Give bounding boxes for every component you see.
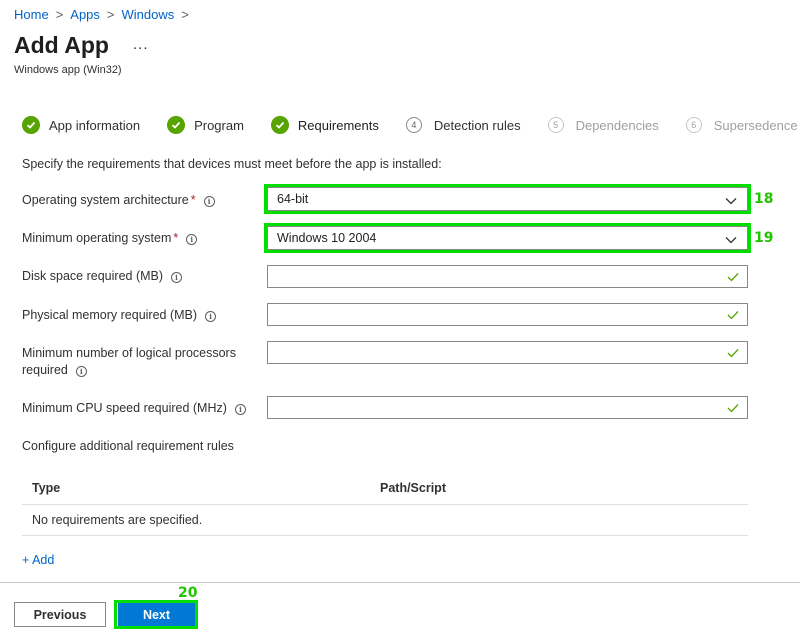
min-os-label: Minimum operating system * i — [22, 230, 198, 247]
tab-requirements[interactable]: Requirements — [270, 113, 379, 137]
required-marker: * — [173, 231, 179, 245]
tab-detection-rules[interactable]: 4 Detection rules — [405, 113, 521, 137]
annotation-number-label: 18 — [754, 191, 774, 207]
step-number-icon: 6 — [685, 117, 702, 133]
page-title: Add App — [14, 32, 109, 58]
required-marker: * — [190, 193, 196, 207]
cpu-speed-label: Minimum CPU speed required (MHz) i — [22, 400, 246, 417]
breadcrumb-apps[interactable]: Apps — [70, 7, 100, 22]
annotation-number-label: 19 — [754, 230, 774, 246]
field-label-text: required — [22, 363, 68, 377]
field-label-text: Disk space required (MB) — [22, 269, 164, 283]
column-header-path-script[interactable]: Path/Script — [370, 481, 446, 495]
breadcrumb-windows[interactable]: Windows — [122, 7, 175, 22]
os-architecture-label: Operating system architecture * i — [22, 192, 215, 209]
breadcrumb: Home > Apps > Windows > — [14, 7, 196, 22]
annotation-number-label: 20 — [178, 585, 198, 601]
page-subtitle: Windows app (Win32) — [14, 64, 122, 76]
tab-label: Detection rules — [433, 117, 521, 133]
info-icon[interactable]: i — [186, 234, 198, 245]
disk-space-input[interactable] — [267, 265, 748, 288]
tab-label: Dependencies — [575, 117, 659, 133]
physical-memory-label: Physical memory required (MB) i — [22, 307, 217, 324]
tab-program[interactable]: Program — [167, 113, 244, 137]
info-icon[interactable]: i — [203, 196, 215, 207]
tab-label: Program — [194, 117, 244, 133]
field-label-text: Physical memory required (MB) — [22, 308, 198, 322]
cpu-speed-input[interactable] — [267, 396, 748, 419]
field-label-text: Minimum CPU speed required (MHz) — [22, 401, 227, 415]
info-icon[interactable]: i — [171, 272, 183, 283]
tab-app-information[interactable]: App information — [22, 113, 140, 137]
disk-space-label: Disk space required (MB) i — [22, 268, 183, 285]
breadcrumb-home[interactable]: Home — [14, 7, 49, 22]
checkmark-icon — [727, 271, 739, 285]
tab-dependencies[interactable]: 5 Dependencies — [547, 113, 659, 137]
field-label-text: Minimum number of logical processors — [22, 346, 236, 360]
wizard-steps: App information Program Requirements 4 D… — [22, 113, 800, 137]
info-icon[interactable]: i — [75, 366, 87, 377]
annotation-highlight-box — [264, 184, 751, 214]
step-number-icon: 4 — [405, 117, 422, 133]
checkmark-circle-icon — [167, 116, 186, 134]
tab-label: Requirements — [297, 117, 379, 133]
tab-supersedence[interactable]: 6 Supersedence — [685, 113, 798, 137]
info-icon[interactable]: i — [205, 311, 217, 322]
more-options-button[interactable]: ... — [133, 36, 149, 53]
add-requirement-link[interactable]: + Add — [22, 553, 54, 567]
info-icon[interactable]: i — [234, 404, 246, 415]
table-row: No requirements are specified. — [22, 505, 748, 536]
breadcrumb-separator-icon: > — [106, 7, 115, 22]
checkmark-icon — [727, 309, 739, 323]
requirement-rules-heading: Configure additional requirement rules — [22, 439, 234, 453]
checkmark-icon — [727, 402, 739, 416]
requirement-rules-table: Type Path/Script No requirements are spe… — [22, 472, 748, 536]
breadcrumb-separator-icon: > — [55, 7, 64, 22]
checkmark-circle-icon — [22, 116, 40, 134]
logical-processors-label: Minimum number of logical processors req… — [22, 345, 236, 379]
empty-table-message: No requirements are specified. — [32, 513, 203, 527]
field-label-text: Operating system architecture — [22, 193, 189, 207]
annotation-highlight-box — [114, 600, 198, 629]
logical-processors-input[interactable] — [267, 341, 748, 364]
annotation-highlight-box — [264, 223, 751, 253]
step-number-icon: 5 — [547, 117, 564, 133]
form-description: Specify the requirements that devices mu… — [22, 157, 442, 171]
table-header: Type Path/Script — [22, 472, 748, 505]
checkmark-circle-icon — [270, 116, 289, 134]
breadcrumb-separator-icon: > — [181, 7, 189, 22]
field-label-text: Minimum operating system — [22, 231, 172, 245]
tab-label: Supersedence — [713, 117, 798, 133]
previous-button[interactable]: Previous — [14, 602, 106, 627]
checkmark-icon — [727, 347, 739, 361]
footer-divider — [0, 582, 800, 583]
column-header-type[interactable]: Type — [22, 481, 370, 495]
tab-label: App information — [49, 117, 141, 133]
physical-memory-input[interactable] — [267, 303, 748, 326]
